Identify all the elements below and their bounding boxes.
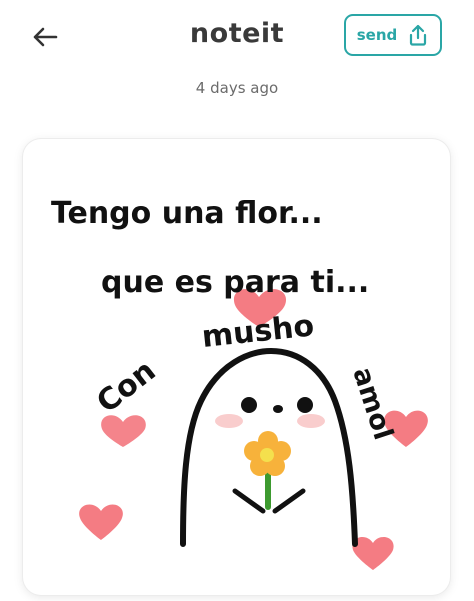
flower-icon xyxy=(244,431,291,510)
note-line-3a: Con xyxy=(90,353,162,420)
heart-icon xyxy=(79,504,123,540)
send-button[interactable]: send xyxy=(344,14,442,56)
send-label: send xyxy=(356,26,398,44)
ghost-cheek xyxy=(215,414,243,428)
note-line-3b: musho xyxy=(200,308,315,355)
ghost-cheek xyxy=(297,414,325,428)
heart-icon xyxy=(101,415,146,447)
note-line-3c: amol xyxy=(346,364,398,444)
top-bar: noteit send xyxy=(0,0,474,80)
note-timestamp: 4 days ago xyxy=(195,79,279,97)
ghost-eye xyxy=(241,397,257,413)
note-card[interactable]: Tengo una flor... que es para ti... Con … xyxy=(23,139,450,595)
note-drawing: Tengo una flor... que es para ti... Con … xyxy=(51,196,428,570)
ghost-mouth xyxy=(273,405,283,413)
ghost-eye xyxy=(297,397,313,413)
note-line-1: Tengo una flor... xyxy=(51,196,323,231)
share-upload-icon xyxy=(410,24,427,46)
note-line-2: que es para ti... xyxy=(101,265,369,300)
heart-icon xyxy=(352,536,394,570)
